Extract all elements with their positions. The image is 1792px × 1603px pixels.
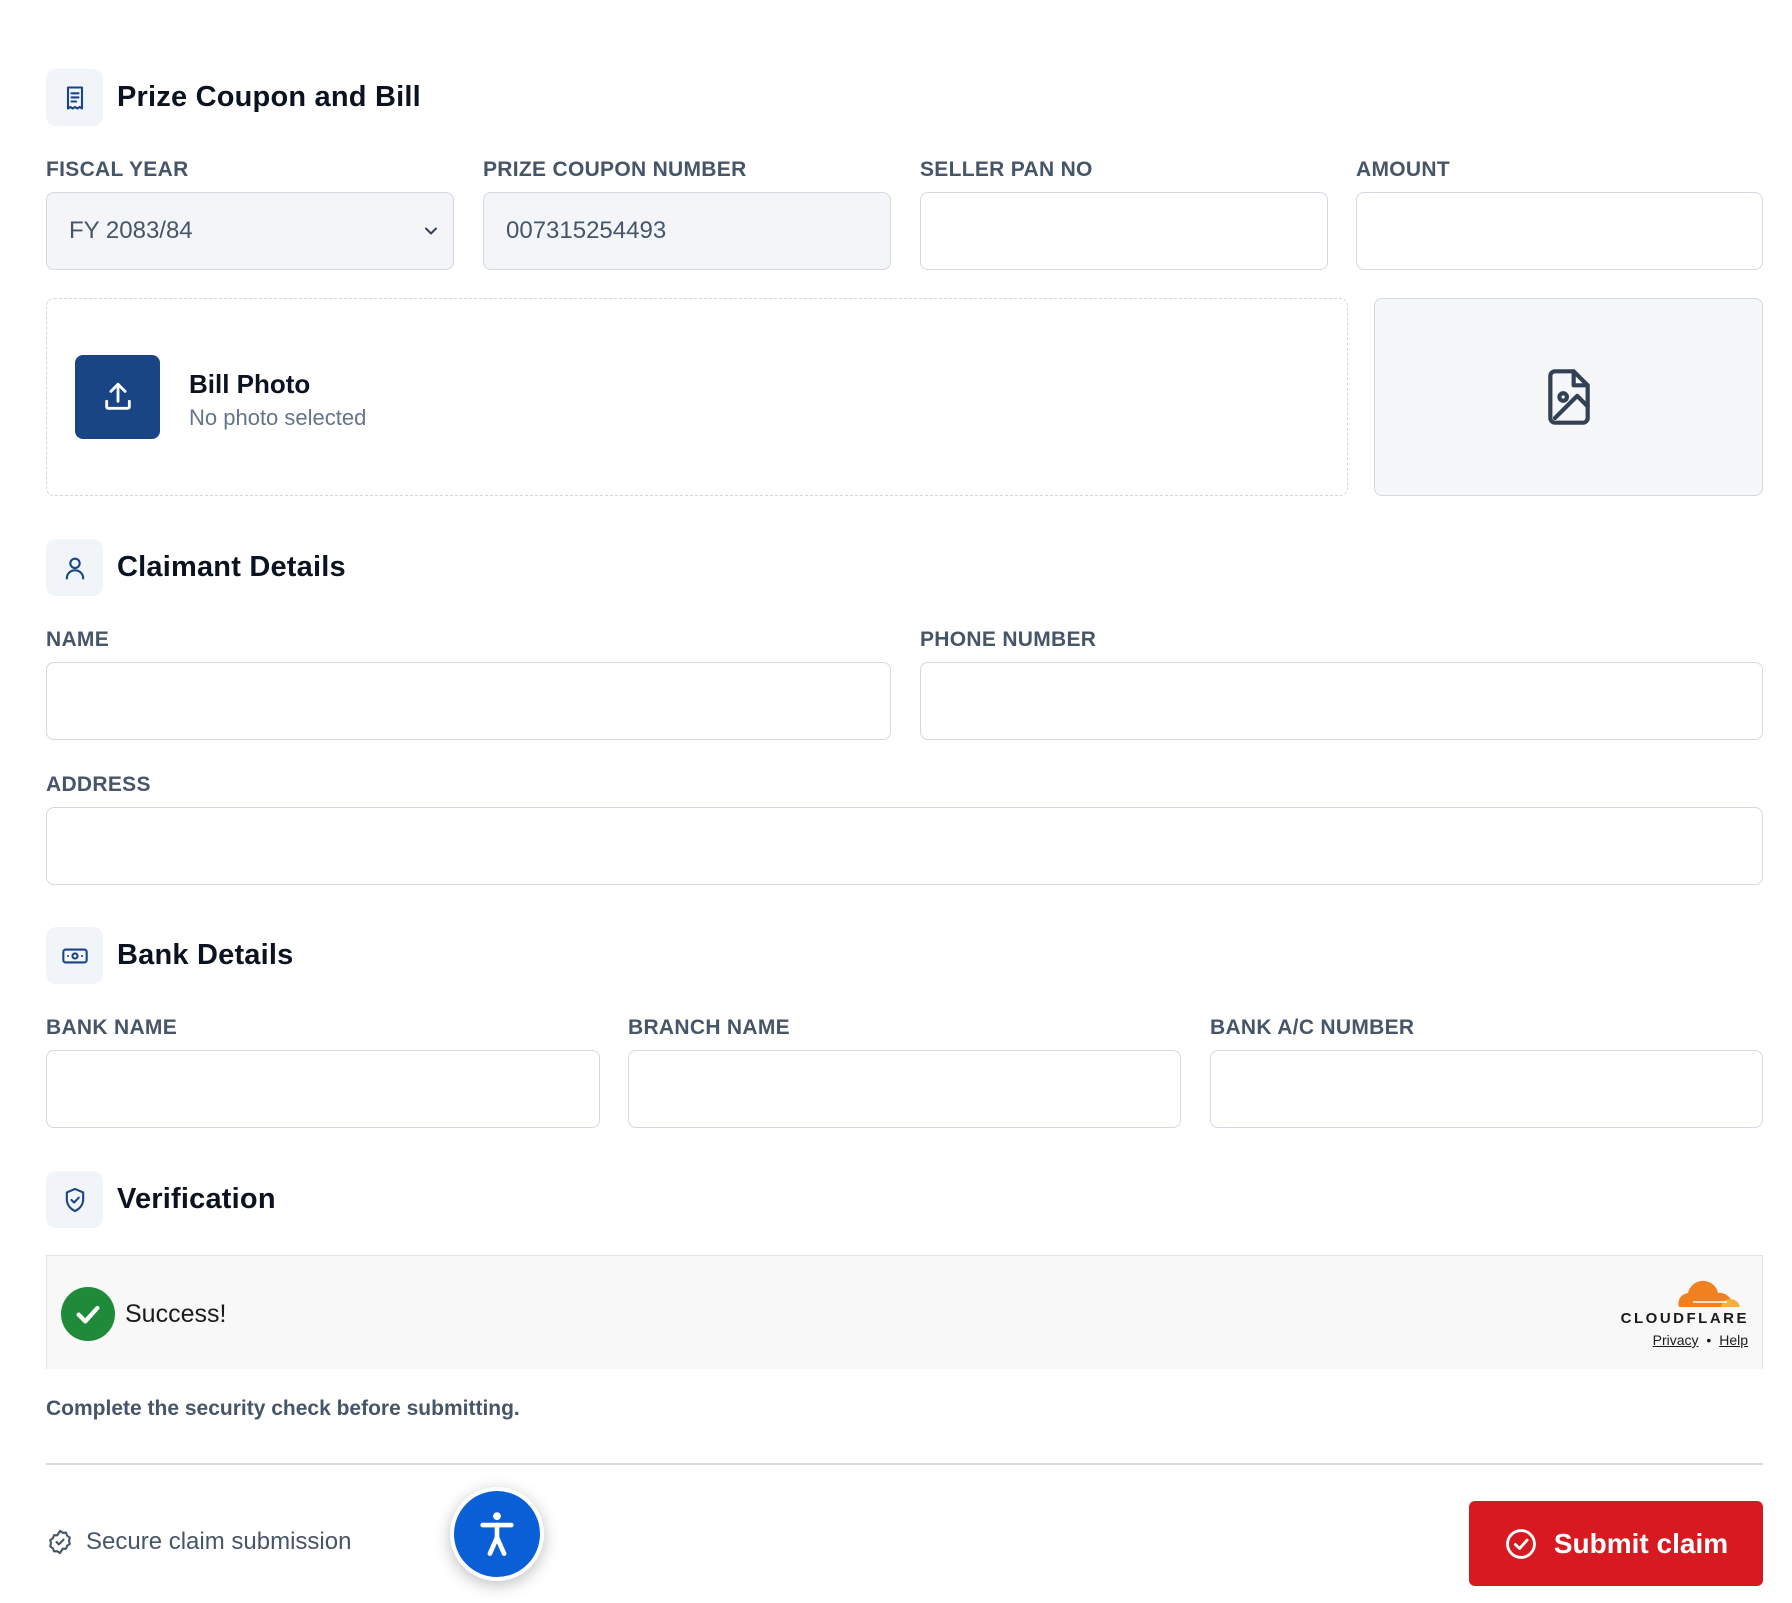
submit-claim-label: Submit claim bbox=[1553, 1527, 1729, 1559]
bill-photo-preview bbox=[1374, 298, 1763, 496]
coupon-number-field[interactable] bbox=[483, 192, 891, 270]
link-separator: • bbox=[1706, 1332, 1712, 1348]
upload-button[interactable] bbox=[75, 355, 160, 439]
captcha-links: Privacy • Help bbox=[1653, 1332, 1748, 1348]
amount-input[interactable] bbox=[1357, 193, 1762, 269]
secure-submission-note: Secure claim submission bbox=[46, 1528, 351, 1556]
submit-claim-button[interactable]: Submit claim bbox=[1469, 1501, 1763, 1586]
address-field[interactable] bbox=[46, 807, 1763, 885]
section-title-bank: Bank Details bbox=[117, 939, 294, 971]
banknote-icon bbox=[46, 927, 103, 984]
security-check-hint: Complete the security check before submi… bbox=[46, 1397, 520, 1420]
phone-field[interactable] bbox=[920, 662, 1763, 740]
bill-photo-dropzone[interactable]: Bill Photo No photo selected bbox=[46, 298, 1348, 496]
section-header-bank: Bank Details bbox=[46, 927, 293, 984]
footer-divider bbox=[46, 1463, 1763, 1465]
bill-photo-title: Bill Photo bbox=[189, 369, 311, 399]
receipt-icon bbox=[46, 69, 103, 126]
account-number-label: BANK A/C NUMBER bbox=[1210, 1016, 1415, 1039]
phone-input[interactable] bbox=[921, 663, 1762, 739]
captcha-status: Success! bbox=[125, 1300, 227, 1328]
section-title-prize: Prize Coupon and Bill bbox=[117, 81, 421, 113]
name-input[interactable] bbox=[47, 663, 890, 739]
section-header-verification: Verification bbox=[46, 1171, 276, 1228]
section-title-verification: Verification bbox=[117, 1183, 276, 1215]
cloudflare-cloud-icon bbox=[1678, 1280, 1740, 1307]
privacy-link[interactable]: Privacy bbox=[1653, 1332, 1699, 1348]
shield-check-icon bbox=[46, 1171, 103, 1228]
branch-name-input[interactable] bbox=[629, 1051, 1180, 1127]
coupon-number-label: PRIZE COUPON NUMBER bbox=[483, 158, 747, 181]
branch-name-field[interactable] bbox=[628, 1050, 1181, 1128]
seller-pan-input[interactable] bbox=[921, 193, 1327, 269]
upload-icon bbox=[104, 382, 131, 410]
seller-pan-label: SELLER PAN NO bbox=[920, 158, 1093, 181]
captcha-widget[interactable]: Success! CLOUDFLARE Privacy • Help bbox=[46, 1255, 1763, 1369]
check-circle-icon bbox=[1505, 1528, 1536, 1559]
section-title-claimant: Claimant Details bbox=[117, 551, 346, 583]
accessibility-icon bbox=[480, 1512, 514, 1556]
phone-label: PHONE NUMBER bbox=[920, 628, 1097, 651]
secure-submission-text: Secure claim submission bbox=[86, 1528, 352, 1555]
address-input[interactable] bbox=[47, 808, 1762, 884]
name-label: NAME bbox=[46, 628, 110, 651]
amount-field[interactable] bbox=[1356, 192, 1763, 270]
name-field[interactable] bbox=[46, 662, 891, 740]
bank-name-field[interactable] bbox=[46, 1050, 600, 1128]
chevron-down-icon bbox=[425, 227, 437, 235]
coupon-number-input[interactable] bbox=[484, 193, 890, 269]
fiscal-year-label: FISCAL YEAR bbox=[46, 158, 189, 181]
section-header-prize: Prize Coupon and Bill bbox=[46, 69, 421, 126]
seller-pan-field[interactable] bbox=[920, 192, 1328, 270]
fiscal-year-select[interactable]: FY 2083/84 bbox=[46, 192, 454, 270]
bank-name-input[interactable] bbox=[47, 1051, 599, 1127]
badge-check-icon bbox=[49, 1529, 71, 1555]
account-number-input[interactable] bbox=[1211, 1051, 1762, 1127]
bank-name-label: BANK NAME bbox=[46, 1016, 178, 1039]
branch-name-label: BRANCH NAME bbox=[628, 1016, 790, 1039]
help-link[interactable]: Help bbox=[1719, 1332, 1748, 1348]
checkmark-icon bbox=[61, 1287, 115, 1341]
bill-photo-status: No photo selected bbox=[189, 405, 367, 430]
user-icon bbox=[46, 539, 103, 596]
amount-label: AMOUNT bbox=[1356, 158, 1450, 181]
fiscal-year-value: FY 2083/84 bbox=[69, 217, 193, 244]
cloudflare-brand: CLOUDFLARE bbox=[1620, 1310, 1749, 1327]
account-number-field[interactable] bbox=[1210, 1050, 1763, 1128]
image-file-icon bbox=[1547, 369, 1590, 425]
section-header-claimant: Claimant Details bbox=[46, 539, 346, 596]
accessibility-button[interactable] bbox=[450, 1487, 544, 1581]
address-label: ADDRESS bbox=[46, 773, 151, 796]
